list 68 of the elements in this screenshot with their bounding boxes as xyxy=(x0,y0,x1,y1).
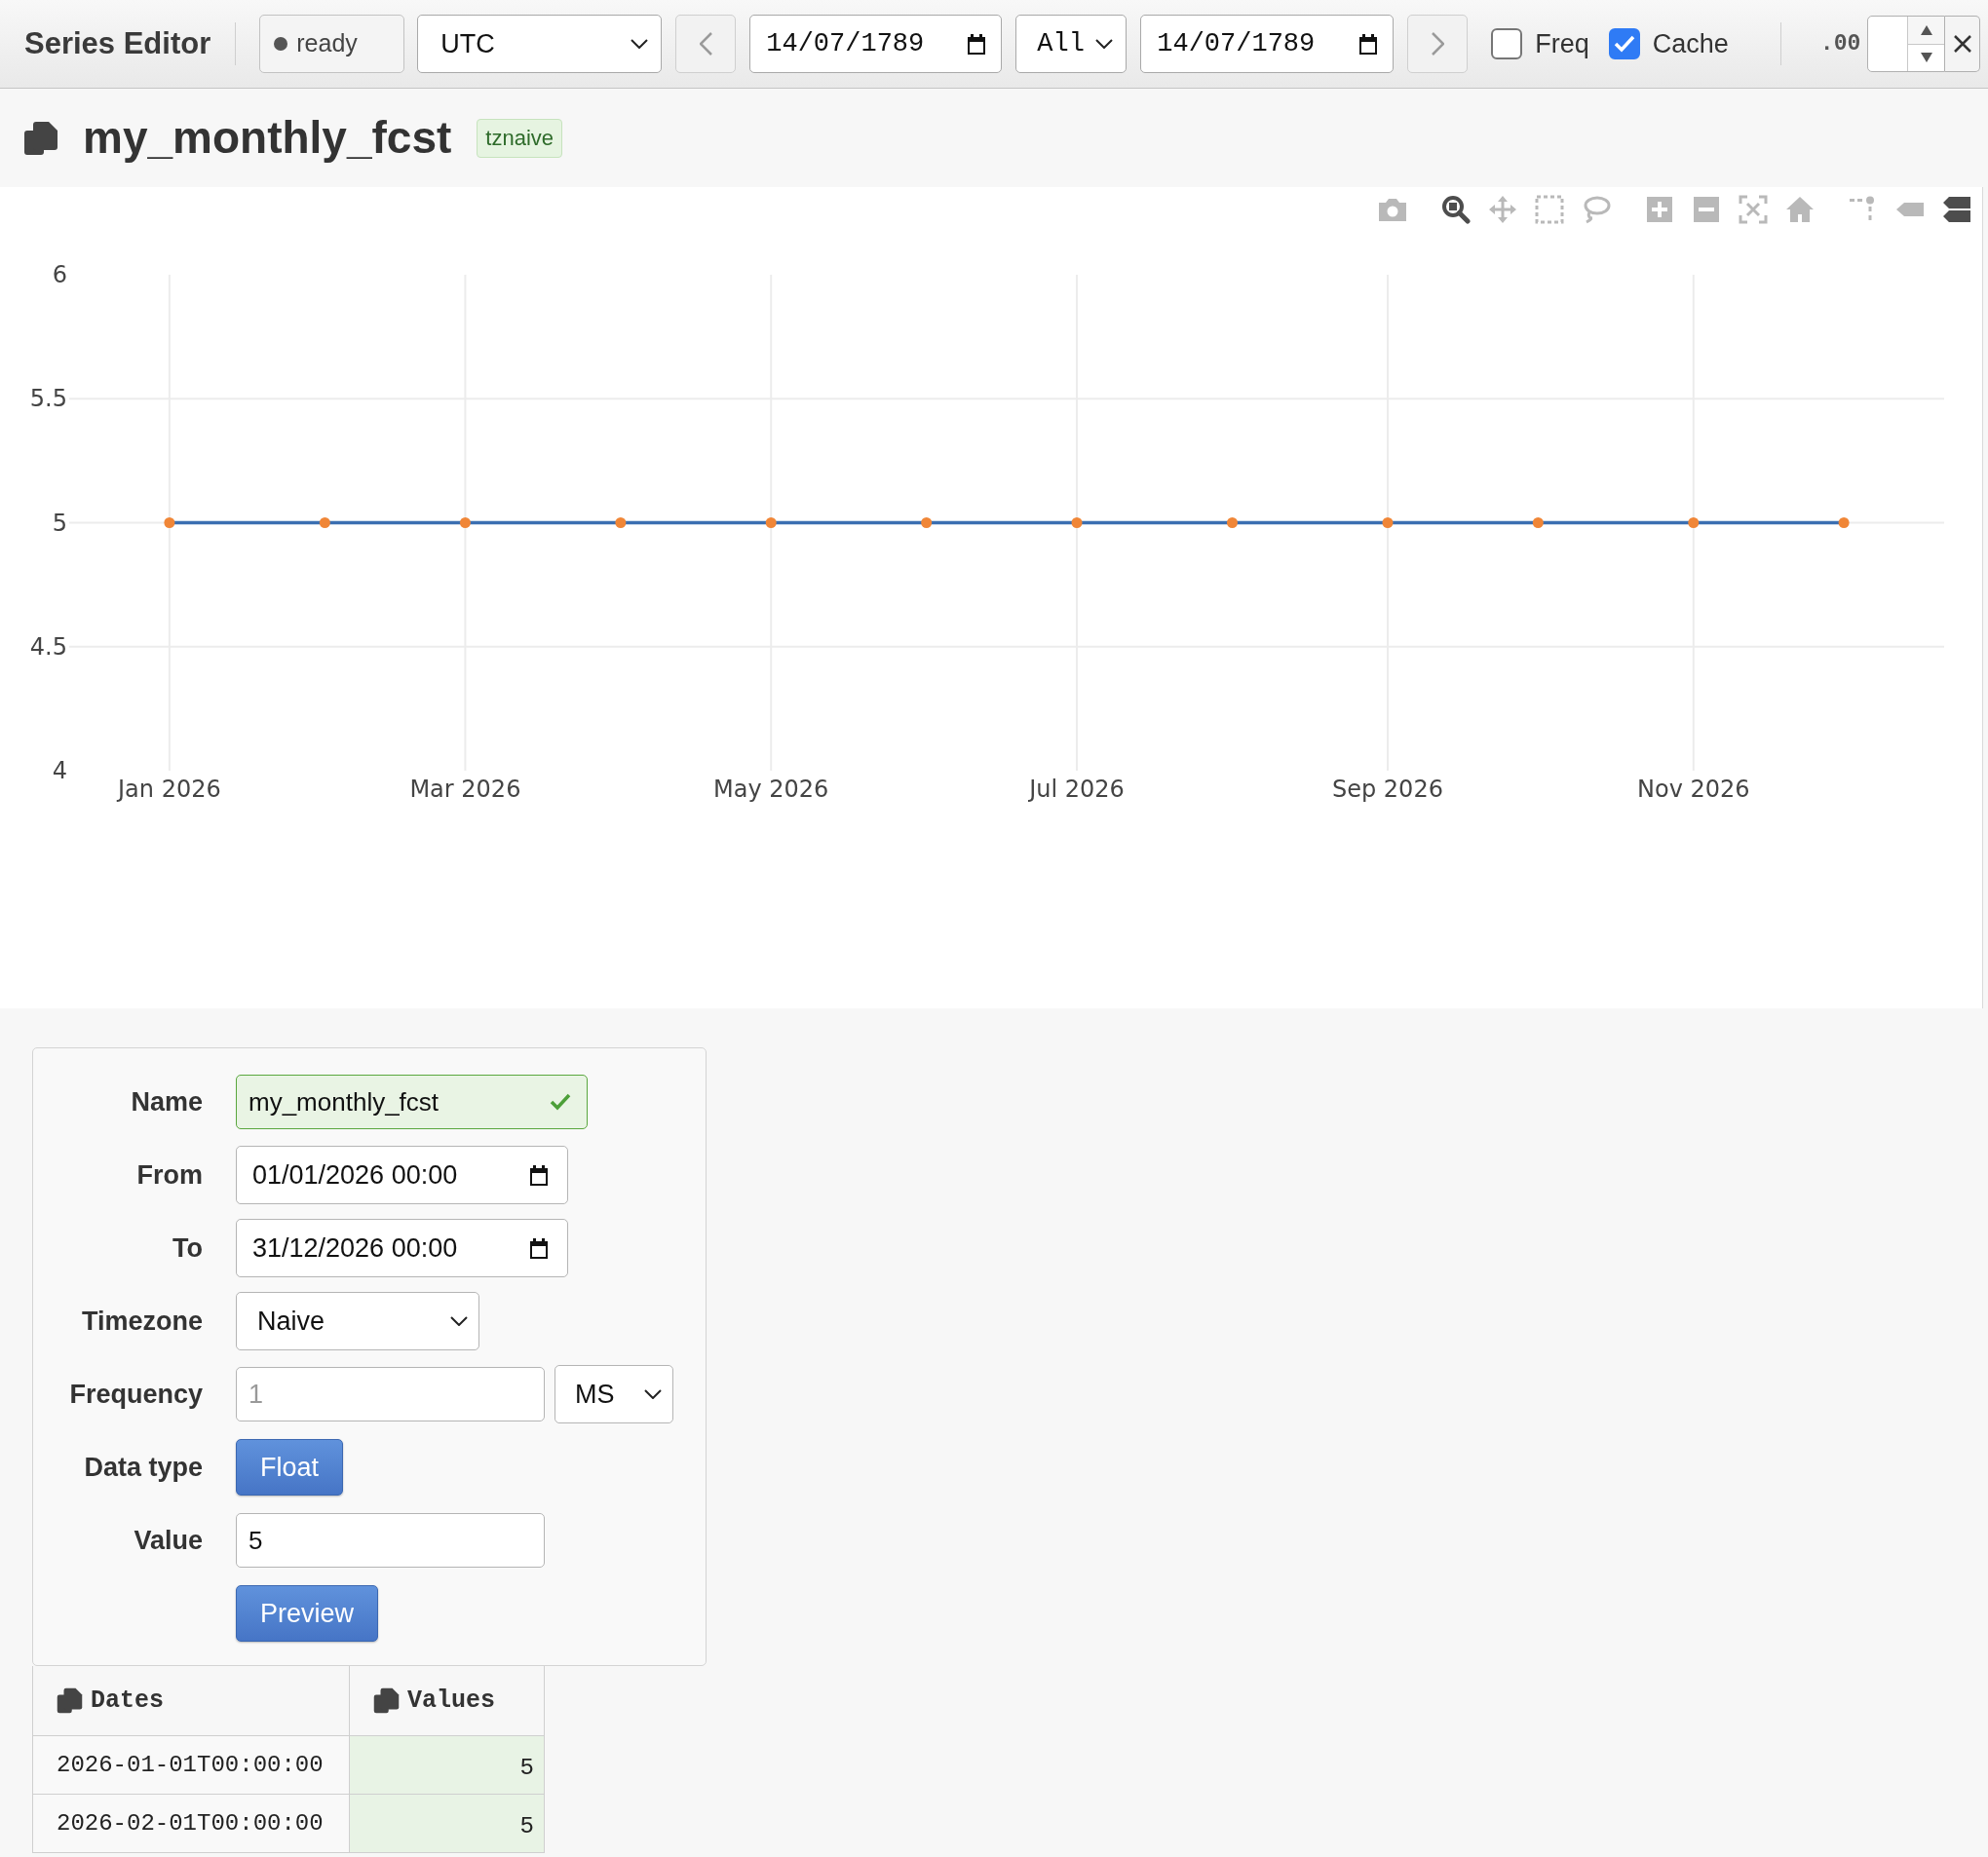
form-label: From xyxy=(135,1158,203,1192)
check-icon xyxy=(1613,35,1635,53)
datetime-field[interactable]: 01/01/2026 00:00 xyxy=(236,1146,568,1204)
y-tick-label: 4 xyxy=(52,757,67,784)
checkbox-label[interactable]: Cache xyxy=(1652,23,1729,64)
checkbox[interactable] xyxy=(1608,28,1640,59)
x-tick-label: Jul 2026 xyxy=(1029,776,1125,803)
table-cell: 5 xyxy=(350,1795,545,1853)
text-field[interactable]: 5 xyxy=(236,1513,545,1568)
table-cell: 2026-01-01T00:00:00 xyxy=(32,1736,350,1795)
magnifier-icon[interactable] xyxy=(1441,195,1471,224)
x-tick-label: May 2026 xyxy=(713,776,829,803)
column-header[interactable]: Dates xyxy=(32,1666,350,1736)
form-label: Name xyxy=(130,1085,203,1118)
form-label: To xyxy=(172,1232,203,1265)
status-dot-icon xyxy=(274,37,288,51)
chevron-left-icon xyxy=(699,32,712,56)
down-triangle-icon[interactable] xyxy=(1920,53,1932,63)
table-cell: 5 xyxy=(350,1736,545,1795)
calendar-icon[interactable] xyxy=(529,1164,549,1186)
up-triangle-icon[interactable] xyxy=(1920,24,1932,35)
form-label: Data type xyxy=(83,1451,203,1484)
app-title: Series Editor xyxy=(24,24,211,62)
column-header[interactable]: Values xyxy=(350,1666,545,1736)
preview-button[interactable]: Preview xyxy=(236,1585,379,1642)
data-type-button[interactable]: Float xyxy=(236,1439,344,1496)
select-field[interactable]: Naive xyxy=(236,1292,479,1350)
range-select[interactable]: All xyxy=(1015,15,1128,73)
badge: tznaive xyxy=(477,118,563,158)
status-text: ready xyxy=(296,28,358,59)
decimals-label: .00 xyxy=(1819,29,1861,58)
unit-select[interactable]: MS xyxy=(554,1365,673,1423)
number-field[interactable] xyxy=(1867,16,1946,72)
calendar-icon[interactable] xyxy=(967,33,987,55)
end-date-field[interactable]: 14/07/1789 xyxy=(1140,15,1395,73)
copy-icon xyxy=(57,1687,83,1714)
calendar-icon[interactable] xyxy=(529,1237,549,1259)
chevron-down-icon xyxy=(1095,39,1114,49)
chevron-down-icon xyxy=(644,1389,662,1399)
checkbox-label[interactable]: Freq xyxy=(1535,23,1589,64)
check-icon xyxy=(550,1093,571,1111)
y-tick-label: 4.5 xyxy=(29,632,67,661)
table-cell: 2026-02-01T00:00:00 xyxy=(32,1795,350,1853)
calendar-icon[interactable] xyxy=(1358,33,1379,55)
copy-icon xyxy=(373,1687,400,1714)
double-tag-icon[interactable] xyxy=(1942,195,1971,224)
y-tick-label: 5.5 xyxy=(29,385,67,413)
x-tick-label: Mar 2026 xyxy=(409,776,521,803)
y-tick-label: 5 xyxy=(52,509,67,537)
start-date-field[interactable]: 14/07/1789 xyxy=(749,15,1003,73)
y-tick-label: 6 xyxy=(52,261,67,288)
x-tick-label: Sep 2026 xyxy=(1332,776,1443,803)
chevron-right-icon xyxy=(1431,32,1444,56)
close-icon xyxy=(1953,35,1971,53)
text-field[interactable]: my_monthly_fcst xyxy=(236,1075,588,1129)
checkbox[interactable] xyxy=(1491,28,1523,59)
copy-icon xyxy=(23,120,58,156)
form-label: Value xyxy=(133,1524,203,1557)
chevron-down-icon xyxy=(631,39,649,49)
form-label: Timezone xyxy=(80,1305,203,1338)
chevron-down-icon xyxy=(450,1316,468,1326)
x-tick-label: Jan 2026 xyxy=(118,776,221,803)
x-tick-label: Nov 2026 xyxy=(1637,776,1750,803)
form-label: Frequency xyxy=(68,1378,203,1411)
datetime-field[interactable]: 31/12/2026 00:00 xyxy=(236,1219,568,1277)
series-title: my_monthly_fcst xyxy=(83,111,452,165)
timezone-select[interactable]: UTC xyxy=(417,15,663,73)
close-button[interactable] xyxy=(1945,16,1981,72)
